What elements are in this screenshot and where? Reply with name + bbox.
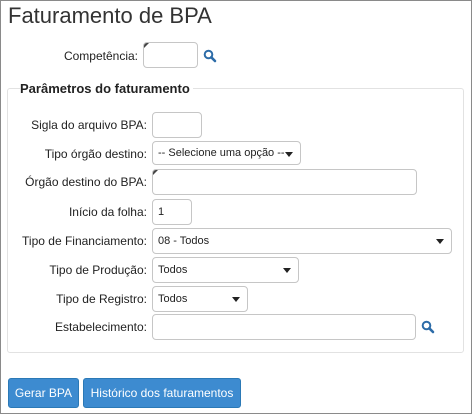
- tipo-registro-label: Tipo de Registro:: [56, 292, 147, 306]
- inicio-folha-label: Início da folha:: [68, 205, 147, 219]
- tipo-financiamento-label: Tipo de Financiamento:: [22, 234, 147, 248]
- tipo-orgao-select[interactable]: -- Selecione uma opção --: [152, 141, 301, 165]
- search-icon[interactable]: [203, 49, 217, 63]
- tipo-producao-label: Tipo de Produção:: [49, 263, 147, 277]
- competencia-label: Competência:: [63, 49, 138, 63]
- tipo-producao-select[interactable]: Todos: [152, 257, 299, 283]
- estabelecimento-label: Estabelecimento:: [54, 320, 147, 334]
- page-title: Faturamento de BPA: [8, 3, 212, 28]
- sigla-input[interactable]: [152, 112, 202, 138]
- parametros-legend: Parâmetros do faturamento: [20, 81, 193, 96]
- tipo-financiamento-select[interactable]: 08 - Todos: [152, 228, 452, 254]
- inicio-folha-input[interactable]: 1: [152, 199, 192, 225]
- tipo-registro-select[interactable]: Todos: [152, 286, 248, 312]
- gerar-bpa-button[interactable]: Gerar BPA: [8, 378, 79, 408]
- historico-faturamentos-button[interactable]: Histórico dos faturamentos: [83, 378, 241, 408]
- estabelecimento-input[interactable]: [152, 314, 416, 340]
- orgao-destino-input[interactable]: [152, 169, 417, 195]
- tipo-orgao-label: Tipo órgão destino:: [44, 147, 147, 161]
- search-icon[interactable]: [421, 320, 435, 334]
- sigla-label: Sigla do arquivo BPA:: [31, 118, 147, 132]
- competencia-input[interactable]: [143, 42, 198, 68]
- orgao-destino-label: Órgão destino do BPA:: [25, 175, 147, 189]
